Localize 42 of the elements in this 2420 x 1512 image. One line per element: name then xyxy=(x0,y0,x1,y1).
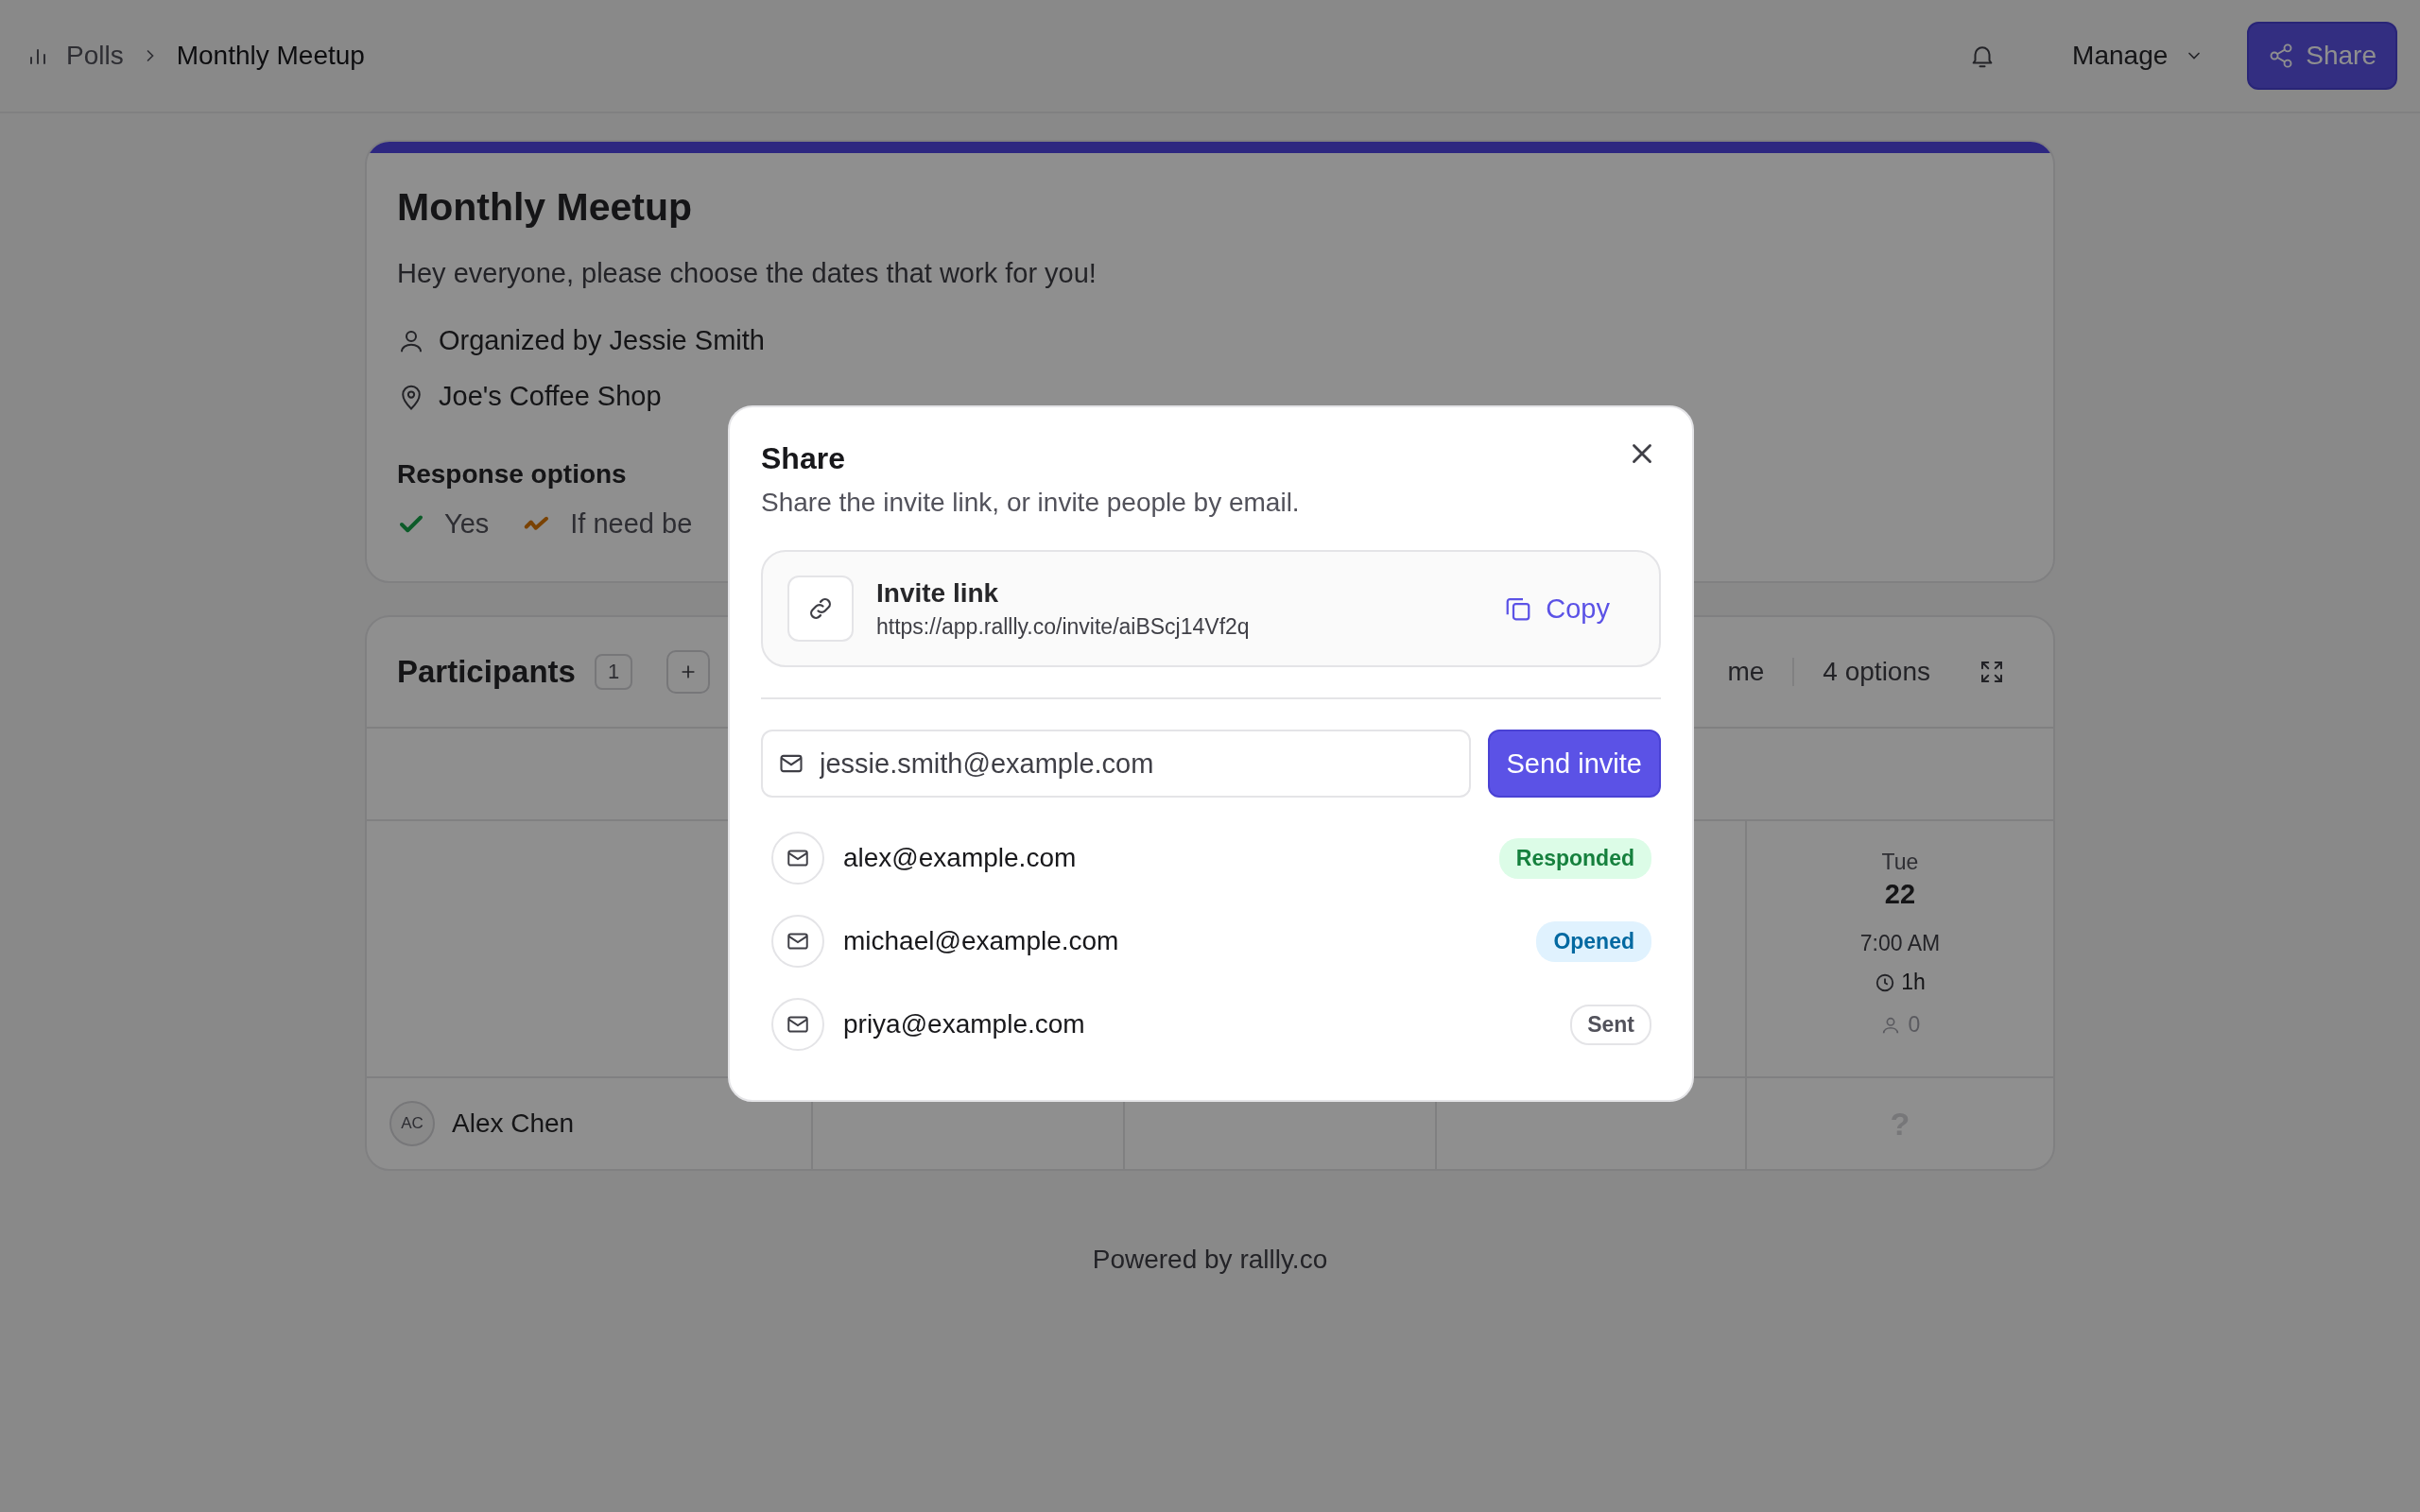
day-number: 22 xyxy=(1884,879,1916,910)
clock-icon xyxy=(1875,971,1896,993)
powered-by-text: Powered by rallly.co xyxy=(1091,1245,1329,1275)
mail-icon xyxy=(771,915,824,968)
participant-count: 1 xyxy=(594,654,633,690)
response-options-heading: Response options xyxy=(397,459,628,490)
time-label: 7:00 AM xyxy=(1859,931,1941,956)
invitee-email: priya@example.com xyxy=(843,1009,1086,1040)
response-option-label: Yes xyxy=(444,508,490,540)
weekday-label: Tue xyxy=(1881,850,1919,875)
breadcrumb-link[interactable]: Monthly Meetup xyxy=(176,41,365,71)
share-button[interactable]: Share xyxy=(2247,22,2397,90)
duration-label: 1h xyxy=(1901,970,1926,995)
invite-link-label: Invite link xyxy=(876,577,1000,609)
add-participant-button[interactable] xyxy=(666,650,711,694)
invite-link-url: https://app.rallly.co/invite/aiBScj14Vf2q xyxy=(876,613,1251,640)
poll-title: Monthly Meetup xyxy=(397,185,694,230)
breadcrumb-link[interactable]: Polls xyxy=(66,41,124,71)
status-badge: Sent xyxy=(1570,1004,1651,1045)
poll-description: Hey everyone, please choose the dates that work for you! xyxy=(397,258,1098,289)
mail-icon xyxy=(771,998,824,1051)
participants-heading: Participants xyxy=(397,654,576,690)
invitee-email: alex@example.com xyxy=(843,843,1078,873)
participant-name: Alex Chen xyxy=(452,1108,575,1139)
status-badge: Opened xyxy=(1536,920,1651,962)
invitee-email: michael@example.com xyxy=(843,926,1120,956)
status-badge: Responded xyxy=(1498,837,1651,879)
dialog-title: Share xyxy=(761,441,845,476)
dialog-description: Share the invite link, or invite people by email. xyxy=(761,488,1301,518)
manage-button[interactable]: Manage xyxy=(2057,31,2220,80)
link-icon xyxy=(787,576,854,642)
copy-button[interactable]: Copy xyxy=(1487,583,1627,634)
response-option-label: If need be xyxy=(570,508,693,540)
location-text: Joe's Coffee Shop xyxy=(439,381,662,412)
toolbar-text: me xyxy=(1727,657,1765,687)
avatar: AC xyxy=(389,1101,435,1146)
options-count: 4 options xyxy=(1823,657,1930,687)
organizer-text: Organized by Jessie Smith xyxy=(439,325,765,356)
email-input-field[interactable]: jessie.smith@example.com xyxy=(761,730,1471,798)
vote-unknown-mark: ? xyxy=(1890,1105,1910,1143)
mail-icon xyxy=(771,832,824,885)
send-invite-button[interactable]: Send invite xyxy=(1487,730,1661,798)
